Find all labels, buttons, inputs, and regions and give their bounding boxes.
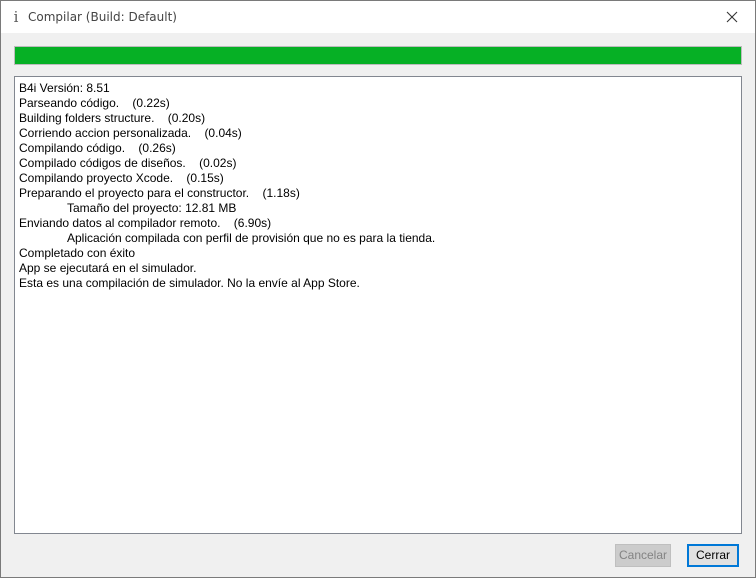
cancel-button[interactable]: Cancelar (615, 544, 671, 567)
log-line: Completado con éxito (19, 246, 136, 260)
log-line: Preparando el proyecto para el construct… (19, 186, 300, 200)
info-i-icon: i (13, 8, 19, 26)
close-button[interactable]: Cerrar (687, 544, 739, 567)
log-line: B4i Versión: 8.51 (19, 81, 110, 95)
log-line: Compilado códigos de diseños. (0.02s) (19, 156, 237, 170)
log-line: Compilando código. (0.26s) (19, 141, 176, 155)
log-line: Parseando código. (0.22s) (19, 96, 170, 110)
log-line: Esta es una compilación de simulador. No… (19, 276, 360, 290)
close-icon (726, 11, 738, 23)
log-line: Compilando proyecto Xcode. (0.15s) (19, 171, 224, 185)
log-line: Tamaño del proyecto: 12.81 MB (67, 201, 237, 215)
title-bar[interactable]: i Compilar (Build: Default) (1, 1, 755, 33)
log-line: Building folders structure. (0.20s) (19, 111, 206, 125)
log-line: Enviando datos al compilador remoto. (6.… (19, 216, 272, 230)
build-log[interactable]: B4i Versión: 8.51 Parseando código. (0.22… (14, 76, 742, 534)
window-title: Compilar (Build: Default) (28, 10, 177, 24)
log-line: Aplicación compilada con perfil de provi… (67, 231, 436, 245)
close-window-button[interactable] (709, 1, 755, 33)
progress-fill (15, 47, 741, 64)
build-progress-bar (14, 46, 742, 65)
log-line: Corriendo accion personalizada. (0.04s) (19, 126, 242, 140)
log-line: App se ejecutará en el simulador. (19, 261, 197, 275)
compile-dialog: i Compilar (Build: Default) B4i Versión:… (0, 0, 756, 578)
